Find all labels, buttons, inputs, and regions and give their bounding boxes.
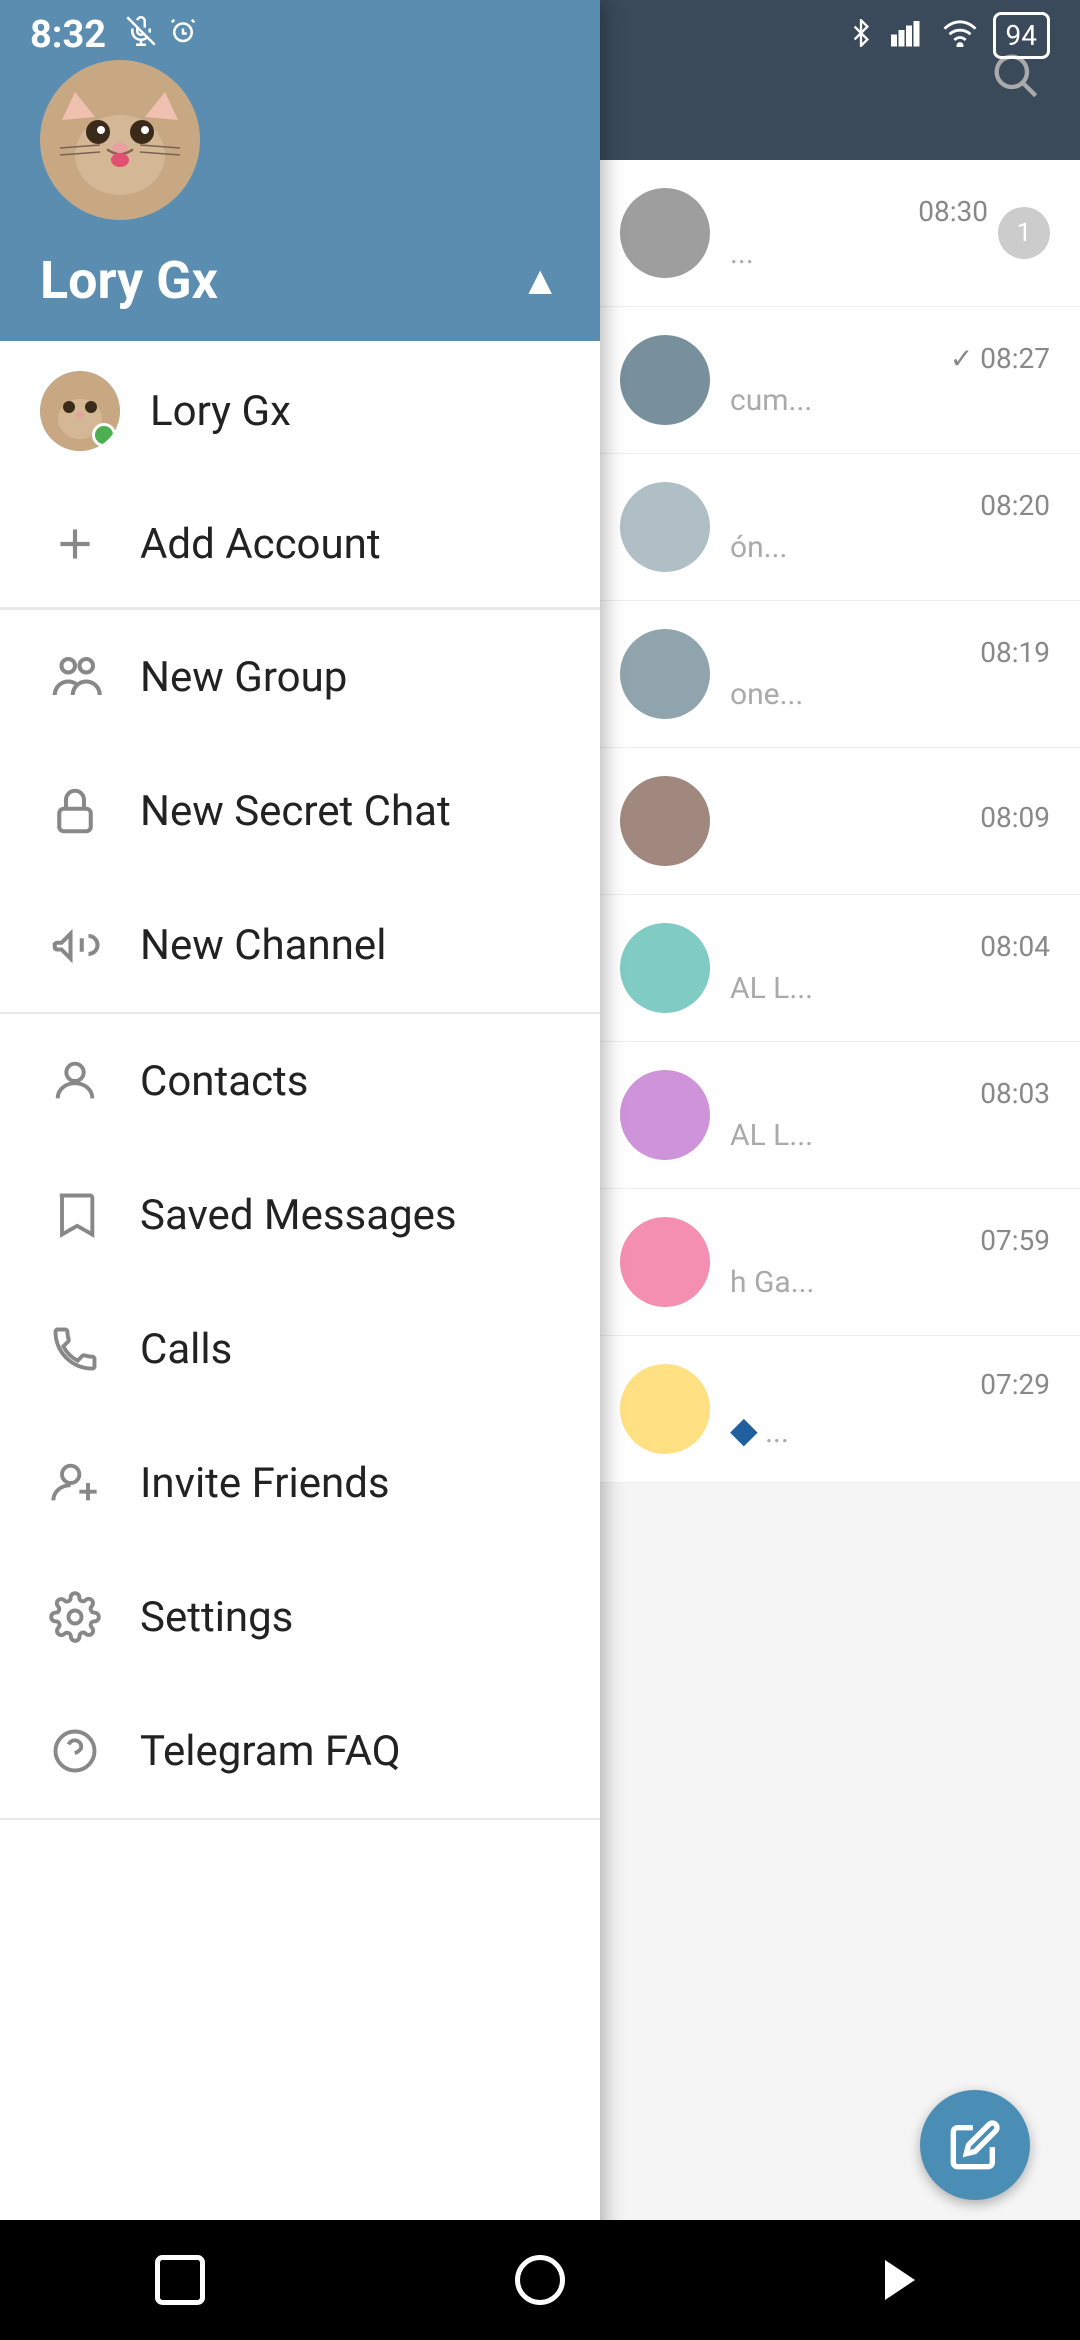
person-add-icon bbox=[40, 1448, 110, 1518]
bg-time: 08:03 bbox=[730, 1077, 1050, 1110]
gear-icon bbox=[40, 1582, 110, 1652]
settings-item[interactable]: Settings bbox=[0, 1550, 600, 1684]
bg-preview: one... bbox=[730, 677, 1050, 712]
bg-time: 07:59 bbox=[730, 1224, 1050, 1257]
signal-icon bbox=[891, 19, 927, 51]
bg-time: 07:29 bbox=[730, 1368, 1050, 1401]
alarm-icon bbox=[168, 16, 198, 54]
bg-preview: ... bbox=[730, 236, 988, 271]
nav-home-button[interactable] bbox=[500, 2240, 580, 2320]
header-avatar[interactable] bbox=[40, 60, 200, 220]
account-avatar bbox=[40, 371, 120, 451]
calls-label: Calls bbox=[140, 1325, 232, 1374]
battery-level: 94 bbox=[1006, 19, 1037, 52]
drawer-username: Lory Gx bbox=[40, 250, 218, 311]
bg-chat-item: 08:20 ón... bbox=[590, 454, 1080, 601]
bg-preview: AL L... bbox=[730, 971, 1050, 1006]
add-account-item[interactable]: Add Account bbox=[0, 481, 600, 609]
add-account-label: Add Account bbox=[140, 520, 381, 569]
current-account-item[interactable]: Lory Gx bbox=[0, 341, 600, 481]
bg-time: ✓ 08:27 bbox=[730, 342, 1050, 375]
arrow-up-icon[interactable]: ▲ bbox=[520, 257, 560, 304]
saved-messages-item[interactable]: Saved Messages bbox=[0, 1148, 600, 1282]
person-icon bbox=[40, 1046, 110, 1116]
bg-badge: 1 bbox=[998, 207, 1050, 259]
bg-preview: AL L... bbox=[730, 1118, 1050, 1153]
bg-chat-item: 08:04 AL L... bbox=[590, 895, 1080, 1042]
new-secret-chat-label: New Secret Chat bbox=[140, 787, 451, 836]
bg-time: 08:09 bbox=[730, 801, 1050, 834]
new-group-item[interactable]: New Group bbox=[0, 610, 600, 744]
bg-preview: ón... bbox=[730, 530, 1050, 565]
bg-preview: cum... bbox=[730, 383, 1050, 418]
saved-messages-label: Saved Messages bbox=[140, 1191, 457, 1240]
bg-preview: ◆ ... bbox=[730, 1409, 1050, 1451]
calls-item[interactable]: Calls bbox=[0, 1282, 600, 1416]
bg-chat-item: 08:09 bbox=[590, 748, 1080, 895]
phone-icon bbox=[40, 1314, 110, 1384]
bottom-nav bbox=[0, 2220, 1080, 2340]
bg-chat-item: 08:03 AL L... bbox=[590, 1042, 1080, 1189]
account-section: Lory Gx Add Account bbox=[0, 341, 600, 610]
question-icon bbox=[40, 1716, 110, 1786]
faq-label: Telegram FAQ bbox=[140, 1727, 401, 1776]
status-icons bbox=[126, 16, 198, 54]
contacts-item[interactable]: Contacts bbox=[0, 1014, 600, 1148]
battery-indicator: 94 bbox=[993, 12, 1050, 59]
lock-icon bbox=[40, 776, 110, 846]
bg-chat-item: 08:19 one... bbox=[590, 601, 1080, 748]
plus-icon-wrap bbox=[40, 509, 110, 579]
bg-chat-item: 08:30 ... 1 bbox=[590, 160, 1080, 307]
account-name: Lory Gx bbox=[150, 387, 291, 436]
invite-friends-item[interactable]: Invite Friends bbox=[0, 1416, 600, 1550]
invite-friends-label: Invite Friends bbox=[140, 1459, 390, 1508]
background-chat: 08:30 ... 1 ✓ 08:27 cum... 08:20 ón... 0… bbox=[590, 0, 1080, 2340]
faq-item[interactable]: Telegram FAQ bbox=[0, 1684, 600, 1818]
compose-fab[interactable] bbox=[920, 2090, 1030, 2200]
bg-time: 08:20 bbox=[730, 489, 1050, 522]
bookmark-icon bbox=[40, 1180, 110, 1250]
bluetooth-icon bbox=[847, 19, 875, 51]
megaphone-icon bbox=[40, 910, 110, 980]
bg-time: 08:30 bbox=[730, 195, 988, 228]
bg-time: 08:04 bbox=[730, 930, 1050, 963]
new-channel-item[interactable]: New Channel bbox=[0, 878, 600, 1012]
bg-time: 08:19 bbox=[730, 636, 1050, 669]
bg-preview: h Ga... bbox=[730, 1265, 1050, 1300]
status-right: 94 bbox=[847, 12, 1050, 59]
status-bar: 8:32 bbox=[0, 0, 1080, 70]
new-channel-label: New Channel bbox=[140, 921, 386, 970]
navigation-drawer: Lory Gx ▲ L bbox=[0, 0, 600, 2340]
new-group-label: New Group bbox=[140, 653, 347, 702]
settings-label: Settings bbox=[140, 1593, 293, 1642]
header-bottom: Lory Gx ▲ bbox=[40, 250, 560, 311]
main-menu-section: Contacts Saved Messages Calls bbox=[0, 1014, 600, 1820]
contacts-label: Contacts bbox=[140, 1057, 308, 1106]
bg-chat-item: 07:59 h Ga... bbox=[590, 1189, 1080, 1336]
bg-chat-item: 07:29 ◆ ... bbox=[590, 1336, 1080, 1483]
new-secret-chat-item[interactable]: New Secret Chat bbox=[0, 744, 600, 878]
drawer-menu: Lory Gx Add Account bbox=[0, 341, 600, 2340]
create-menu-section: New Group New Secret Chat bbox=[0, 610, 600, 1014]
bg-chat-item: ✓ 08:27 cum... bbox=[590, 307, 1080, 454]
status-time: 8:32 bbox=[30, 13, 106, 57]
group-icon bbox=[40, 642, 110, 712]
wifi-icon bbox=[943, 19, 977, 51]
mute-icon bbox=[126, 16, 156, 54]
nav-recents-button[interactable] bbox=[860, 2240, 940, 2320]
nav-back-button[interactable] bbox=[140, 2240, 220, 2320]
online-dot bbox=[92, 423, 116, 447]
